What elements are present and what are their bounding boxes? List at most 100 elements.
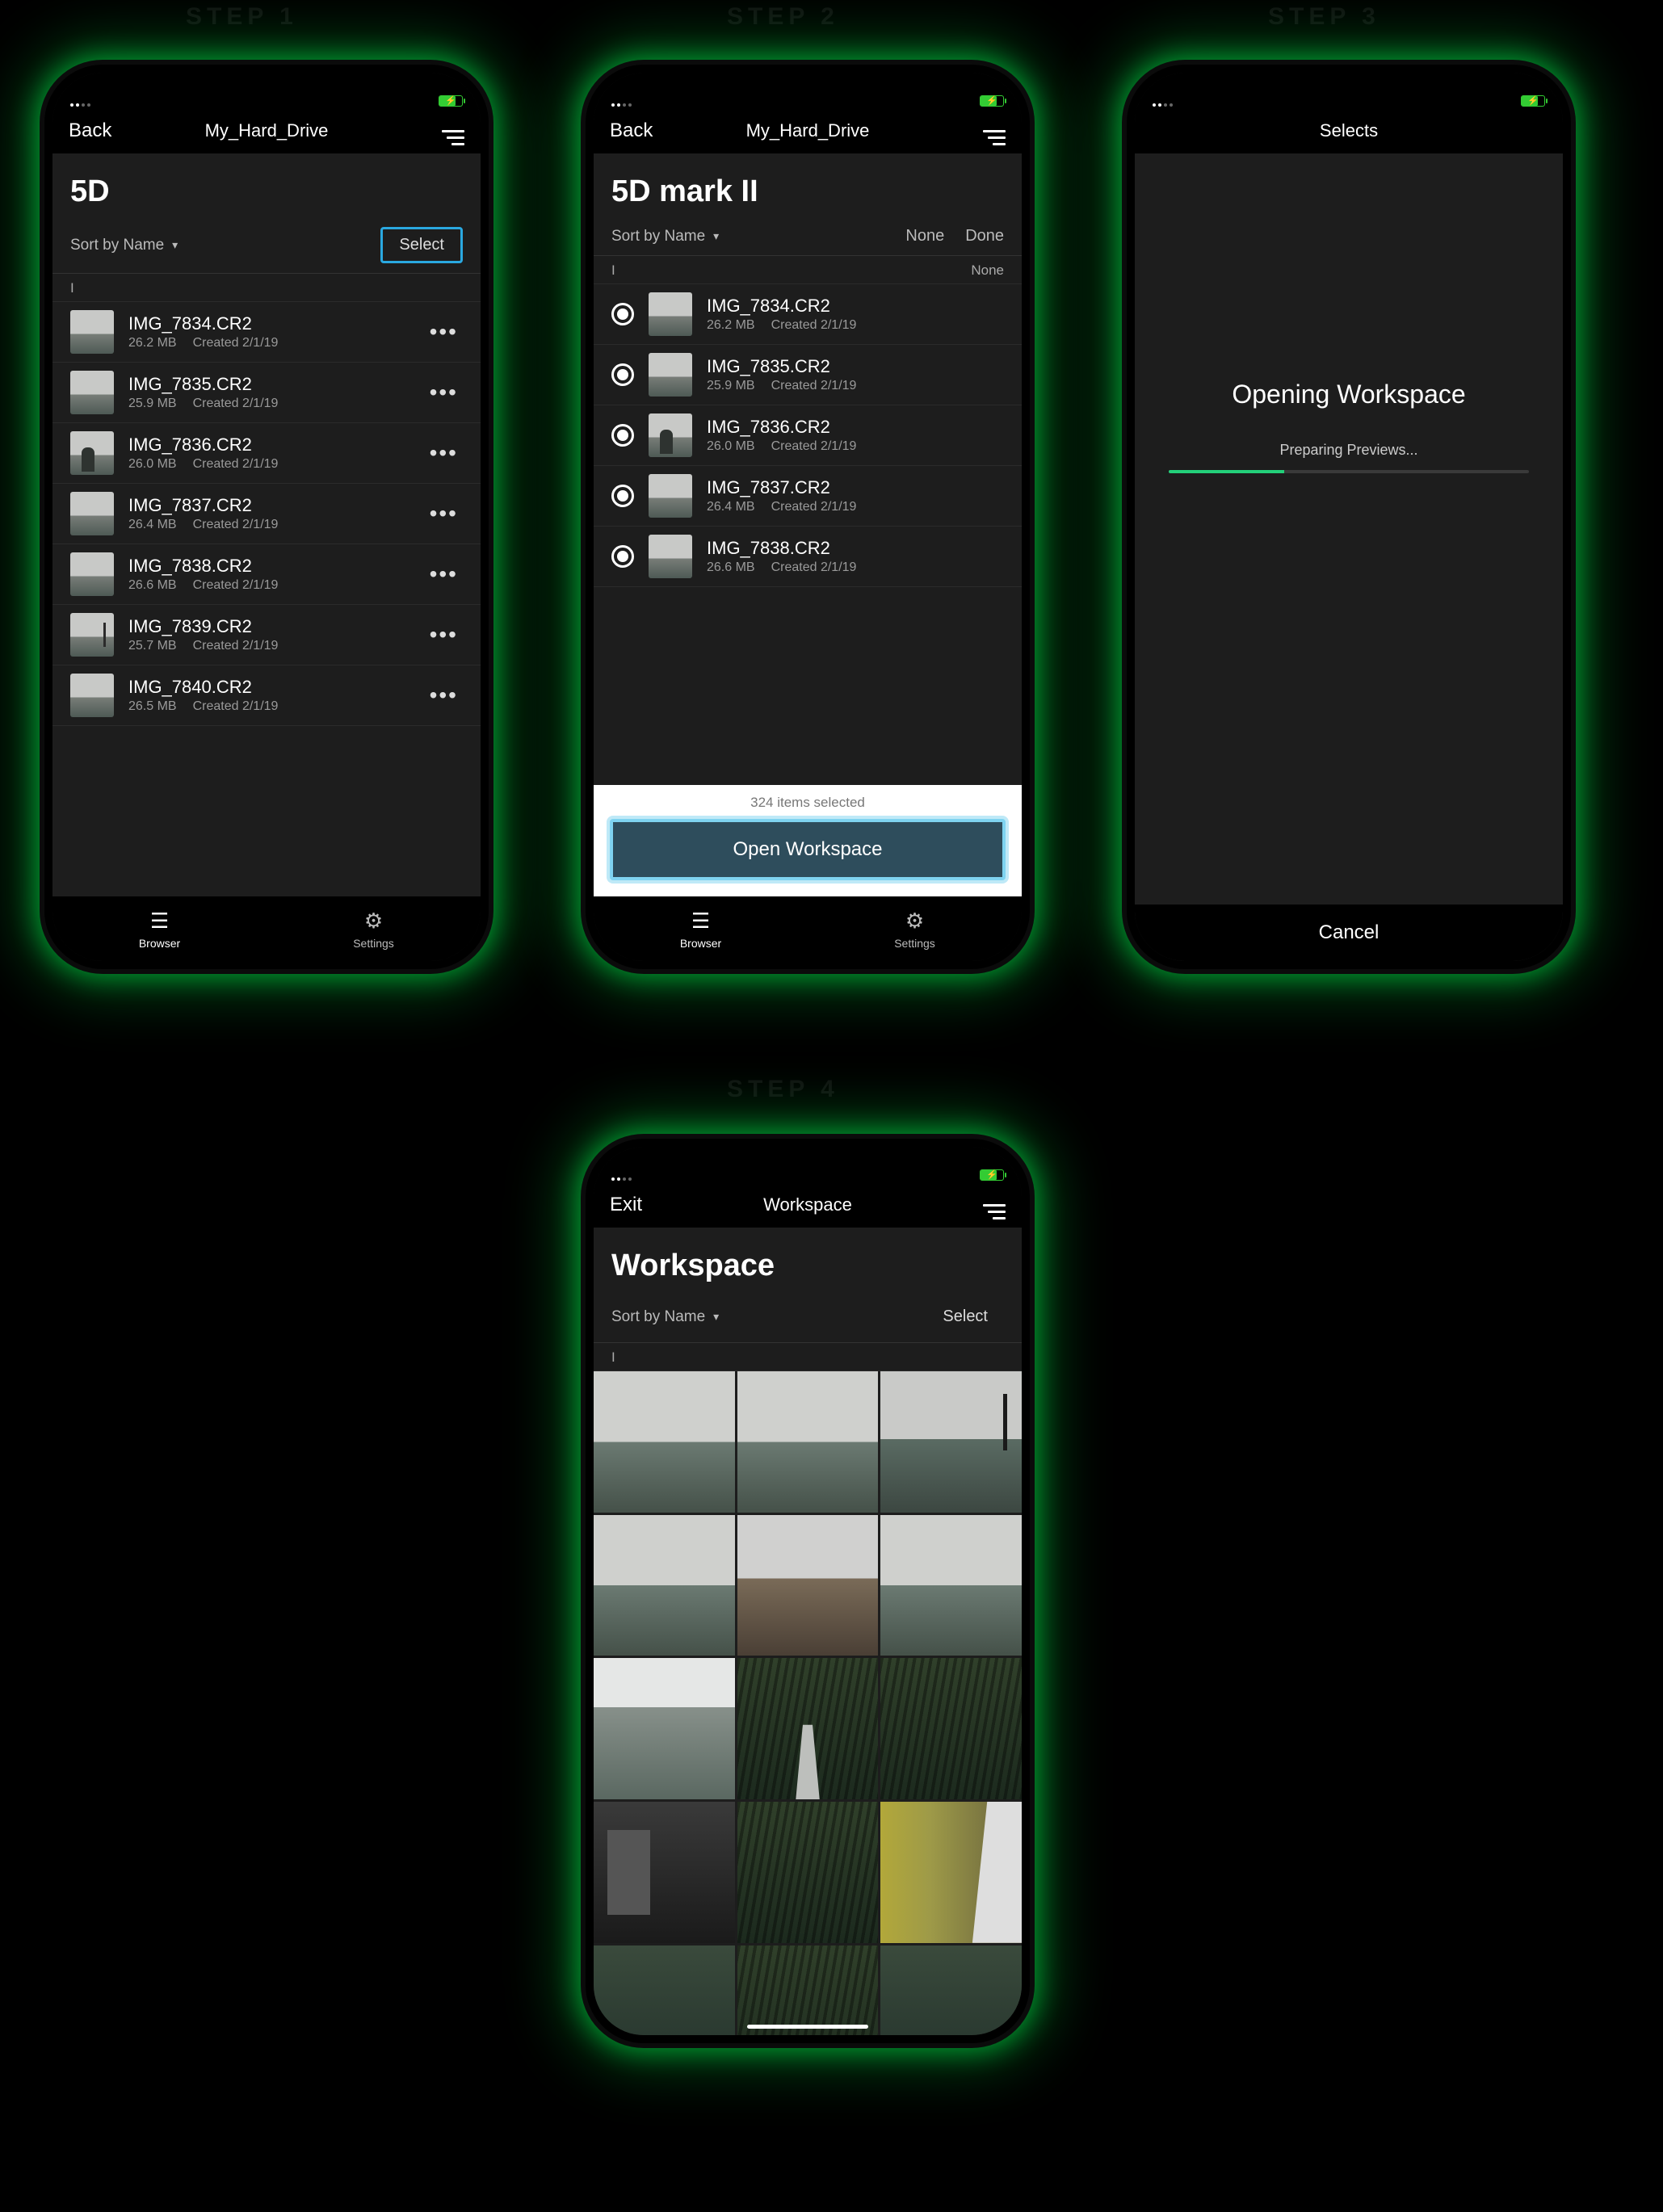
file-name: IMG_7834.CR2 [707, 296, 1004, 317]
file-meta: 26.0 MBCreated 2/1/19 [707, 439, 1004, 454]
sort-dropdown[interactable]: Sort by Name ▾ [70, 237, 178, 254]
notch [715, 73, 901, 100]
file-info: IMG_7836.CR226.0 MBCreated 2/1/19 [707, 417, 1004, 454]
thumbnail [70, 613, 114, 657]
section-none[interactable]: None [971, 262, 1004, 279]
file-row[interactable]: IMG_7834.CR226.2 MBCreated 2/1/19••• [52, 302, 481, 363]
tab-browser[interactable]: ☰ Browser [52, 896, 267, 961]
file-info: IMG_7837.CR226.4 MBCreated 2/1/19 [128, 495, 415, 532]
tab-settings[interactable]: ⚙ Settings [267, 896, 481, 961]
hamburger-icon [442, 130, 464, 145]
done-button[interactable]: Done [965, 227, 1004, 246]
file-list[interactable]: IMG_7834.CR226.2 MBCreated 2/1/19IMG_783… [594, 284, 1022, 587]
thumbnail [649, 535, 692, 578]
cancel-button[interactable]: Cancel [1135, 905, 1563, 961]
file-row[interactable]: IMG_7838.CR226.6 MBCreated 2/1/19 [594, 527, 1022, 587]
action-sheet: 324 items selected Open Workspace [594, 785, 1022, 896]
grid-item[interactable] [737, 1802, 879, 1943]
grid-item[interactable] [880, 1515, 1022, 1656]
select-radio[interactable] [611, 424, 634, 447]
file-row[interactable]: IMG_7834.CR226.2 MBCreated 2/1/19 [594, 284, 1022, 345]
menu-button[interactable] [933, 1190, 1006, 1219]
grid-item[interactable] [880, 1945, 1022, 2035]
more-button[interactable]: ••• [430, 682, 463, 708]
grid-item[interactable] [880, 1371, 1022, 1513]
file-row[interactable]: IMG_7836.CR226.0 MBCreated 2/1/19••• [52, 423, 481, 484]
file-name: IMG_7838.CR2 [707, 538, 1004, 559]
chevron-down-icon: ▾ [713, 1310, 719, 1324]
file-row[interactable]: IMG_7840.CR226.5 MBCreated 2/1/19••• [52, 665, 481, 726]
sort-dropdown[interactable]: Sort by Name ▾ [611, 228, 719, 246]
exit-button[interactable]: Exit [610, 1194, 682, 1216]
sort-dropdown[interactable]: Sort by Name ▾ [611, 1308, 719, 1326]
grid-item[interactable] [737, 1515, 879, 1656]
file-row[interactable]: IMG_7839.CR225.7 MBCreated 2/1/19••• [52, 605, 481, 665]
more-button[interactable]: ••• [430, 561, 463, 587]
file-name: IMG_7834.CR2 [128, 313, 415, 334]
file-row[interactable]: IMG_7837.CR226.4 MBCreated 2/1/19 ••• [52, 484, 481, 544]
menu-button[interactable] [933, 115, 1006, 145]
phone-step-3: ⚡ Selects Opening Workspace Preparing Pr… [1127, 65, 1571, 969]
file-row[interactable]: IMG_7836.CR226.0 MBCreated 2/1/19 [594, 405, 1022, 466]
file-name: IMG_7837.CR2 [707, 477, 1004, 498]
grid-item[interactable] [737, 1658, 879, 1799]
photo-grid[interactable] [594, 1371, 1022, 2035]
back-button[interactable]: Back [610, 120, 682, 142]
sort-label: Sort by Name [70, 237, 164, 254]
notch [174, 73, 359, 100]
more-button[interactable]: ••• [430, 440, 463, 466]
home-indicator[interactable] [747, 2025, 868, 2029]
grid-item[interactable] [594, 1515, 735, 1656]
loading-subtitle: Preparing Previews... [1135, 442, 1563, 459]
more-button[interactable]: ••• [430, 622, 463, 648]
phone-step-2: ⚡ Back My_Hard_Drive 5D mark II Sort by … [586, 65, 1030, 969]
step-label-4: STEP 4 [727, 1076, 839, 1103]
file-meta: 26.4 MBCreated 2/1/19 [707, 500, 1004, 514]
more-button[interactable]: ••• [430, 319, 463, 345]
select-button[interactable]: Select [380, 227, 463, 263]
step-label-3: STEP 3 [1268, 3, 1380, 31]
grid-item[interactable] [594, 1945, 735, 2035]
tab-label: Settings [353, 937, 394, 950]
grid-item[interactable] [737, 1371, 879, 1513]
content-area: 5D Sort by Name ▾ Select I IMG_7834.CR22… [52, 153, 481, 896]
select-radio[interactable] [611, 545, 634, 568]
hamburger-icon [983, 130, 1006, 145]
select-button[interactable]: Select [926, 1301, 1004, 1333]
gear-icon: ⚙ [364, 909, 383, 934]
file-row[interactable]: IMG_7835.CR225.9 MBCreated 2/1/19 [594, 345, 1022, 405]
tab-settings[interactable]: ⚙ Settings [808, 896, 1022, 961]
file-info: IMG_7835.CR225.9 MBCreated 2/1/19 [128, 374, 415, 411]
grid-item[interactable] [594, 1802, 735, 1943]
file-row[interactable]: IMG_7837.CR2 26.4 MBCreated 2/1/19 [594, 466, 1022, 527]
grid-item[interactable] [594, 1371, 735, 1513]
back-button[interactable]: Back [69, 120, 141, 142]
file-row[interactable]: IMG_7838.CR226.6 MBCreated 2/1/19••• [52, 544, 481, 605]
file-name: IMG_7835.CR2 [128, 374, 415, 395]
menu-button[interactable] [392, 115, 464, 145]
file-list[interactable]: IMG_7834.CR226.2 MBCreated 2/1/19•••IMG_… [52, 302, 481, 726]
notch [1256, 73, 1442, 100]
none-button[interactable]: None [905, 227, 944, 246]
select-radio[interactable] [611, 363, 634, 386]
sort-label: Sort by Name [611, 228, 705, 246]
grid-item[interactable] [594, 1658, 735, 1799]
select-radio[interactable] [611, 485, 634, 507]
open-workspace-button[interactable]: Open Workspace [610, 819, 1006, 880]
tab-bar: ☰ Browser ⚙ Settings [594, 896, 1022, 961]
grid-item[interactable] [880, 1658, 1022, 1799]
file-row[interactable]: IMG_7835.CR225.9 MBCreated 2/1/19 ••• [52, 363, 481, 423]
tab-label: Browser [139, 937, 180, 950]
signal-icon [1153, 103, 1173, 107]
select-radio[interactable] [611, 303, 634, 325]
grid-item[interactable] [737, 1945, 879, 2035]
file-info: IMG_7834.CR226.2 MBCreated 2/1/19 [707, 296, 1004, 333]
chevron-down-icon: ▾ [713, 229, 719, 243]
file-info: IMG_7838.CR226.6 MBCreated 2/1/19 [707, 538, 1004, 575]
tab-browser[interactable]: ☰ Browser [594, 896, 808, 961]
grid-item[interactable] [880, 1802, 1022, 1943]
more-button[interactable]: ••• [430, 380, 463, 405]
more-button[interactable]: ••• [430, 501, 463, 527]
file-info: IMG_7837.CR2 26.4 MBCreated 2/1/19 [707, 477, 1004, 514]
nav-bar: Back My_Hard_Drive [594, 108, 1022, 153]
